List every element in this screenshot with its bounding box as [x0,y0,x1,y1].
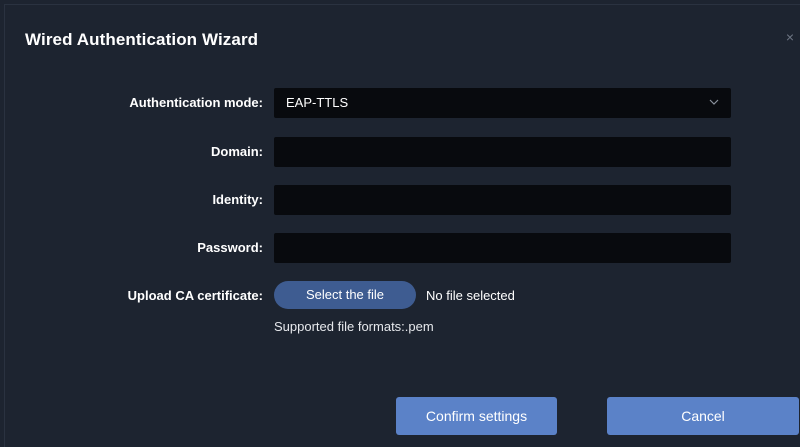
dialog-title: Wired Authentication Wizard [25,30,259,49]
password-row: Password: [5,233,800,263]
upload-ca-row: Upload CA certificate: Select the file N… [5,281,800,311]
close-icon[interactable]: × [786,30,794,44]
password-input[interactable] [274,233,731,263]
auth-mode-value: EAP-TTLS [286,95,349,110]
auth-mode-select[interactable]: EAP-TTLS [274,88,731,118]
chevron-down-icon [709,99,719,105]
identity-label: Identity: [212,192,263,207]
domain-input[interactable] [274,137,731,167]
upload-ca-label: Upload CA certificate: [127,288,263,303]
domain-row: Domain: [5,137,800,167]
identity-row: Identity: [5,185,800,215]
password-field-wrapper [274,233,731,263]
identity-input[interactable] [274,185,731,215]
domain-label: Domain: [211,144,263,159]
file-status-text: No file selected [426,288,515,303]
select-file-button[interactable]: Select the file [274,281,416,309]
confirm-settings-button[interactable]: Confirm settings [396,397,557,435]
identity-field-wrapper [274,185,731,215]
auth-mode-label: Authentication mode: [129,95,263,110]
wired-auth-dialog: Wired Authentication Wizard × Authentica… [4,4,800,447]
cancel-button[interactable]: Cancel [607,397,799,435]
domain-field-wrapper [274,137,731,167]
password-label: Password: [197,240,263,255]
auth-mode-row: Authentication mode: EAP-TTLS [5,88,800,118]
supported-formats-hint: Supported file formats:.pem [274,319,434,334]
